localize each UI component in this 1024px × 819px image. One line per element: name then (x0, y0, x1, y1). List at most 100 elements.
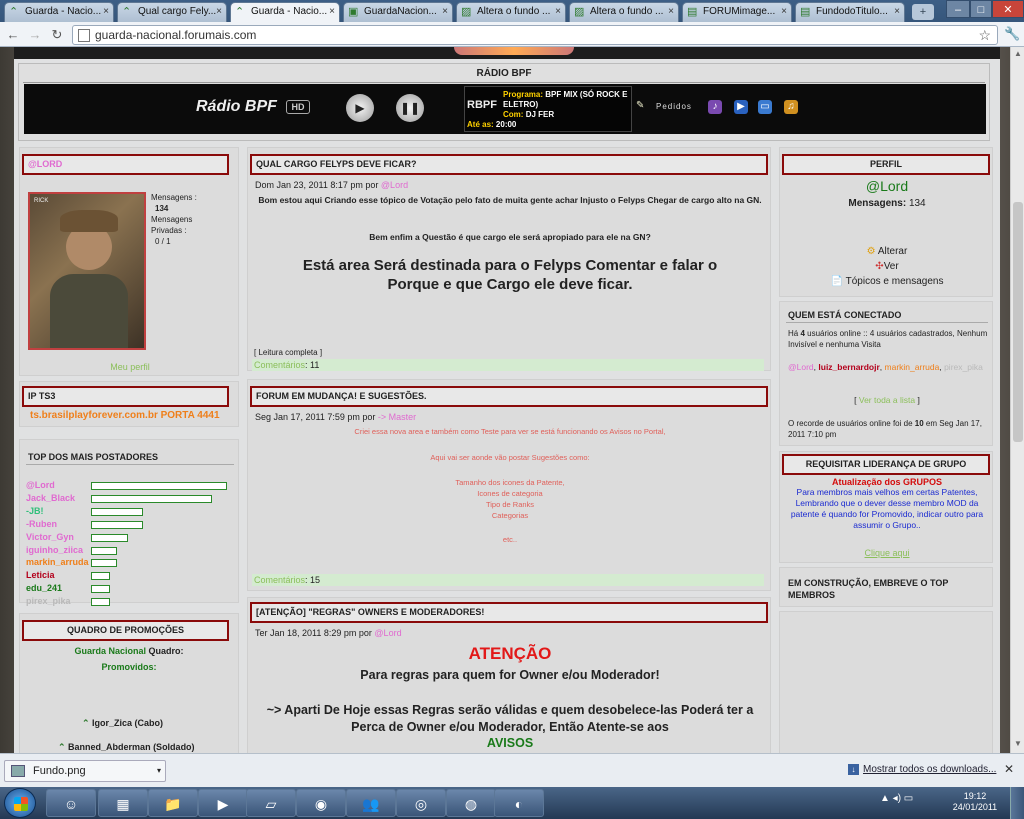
ts3-header: IP TS3 (22, 386, 229, 407)
topics-link[interactable]: 📄 Tópicos e mensagens (780, 276, 994, 287)
maximize-button[interactable]: □ (970, 0, 992, 18)
download-item[interactable]: Fundo.png ▾ (4, 760, 166, 782)
online-user[interactable]: pirex_pika (944, 362, 983, 372)
taskbar-browser-icon[interactable]: ◍ (446, 789, 496, 817)
post-2-author[interactable]: -> Master (378, 412, 416, 422)
scrollbar-thumb[interactable] (1013, 202, 1023, 442)
tab-close-icon[interactable]: × (555, 3, 561, 21)
attention-heading: ATENÇÃO (468, 644, 552, 663)
post-1-comments[interactable]: Comentários: 11 (252, 359, 764, 371)
tab-7[interactable]: ▤ FORUMimage... × (682, 2, 792, 22)
new-tab-button[interactable]: + (912, 4, 934, 20)
poster-name[interactable]: pirex_pika (26, 596, 71, 607)
chevron-down-icon[interactable]: ▾ (157, 761, 161, 781)
my-profile-link[interactable]: Meu perfil (20, 362, 240, 372)
taskbar-messenger-icon[interactable]: 👥 (346, 789, 396, 817)
tab-close-icon[interactable]: × (442, 3, 448, 21)
bookmark-star-icon[interactable]: ☆ (978, 27, 991, 44)
back-icon[interactable]: ← (4, 26, 22, 44)
tab-6[interactable]: ▨ Altera o fundo ... × (569, 2, 679, 22)
taskbar-audio-icon[interactable]: ◐ (494, 789, 544, 817)
taskbar-folder-icon[interactable]: 📁 (148, 789, 198, 817)
vertical-scrollbar[interactable]: ▲ ▼ (1010, 47, 1024, 753)
system-tray[interactable]: ▲ ◂) ▭ (880, 793, 913, 804)
tab-4[interactable]: ▣ GuardaNacion... × (343, 2, 453, 22)
mediaplayer-icon[interactable]: ▶ (734, 100, 748, 114)
poster-name[interactable]: -JB! (26, 506, 44, 517)
winamp-icon[interactable]: ♪ (708, 100, 722, 114)
post-1-author[interactable]: @Lord (381, 180, 408, 190)
online-user[interactable]: @Lord (788, 362, 814, 372)
view-link[interactable]: ✣Ver (780, 261, 994, 272)
tab-label: Guarda - Nacio... (25, 6, 102, 17)
tab-5[interactable]: ▨ Altera o fundo ... × (456, 2, 566, 22)
realplayer-icon[interactable]: ▭ (758, 100, 772, 114)
taskbar-grid-icon[interactable]: ▦ (98, 789, 148, 817)
show-desktop-button[interactable] (1010, 787, 1024, 819)
poster-name[interactable]: Leticia (26, 570, 55, 581)
clock[interactable]: 19:12 24/01/2011 (950, 791, 1000, 813)
taskbar-chrome-icon[interactable]: ◉ (296, 789, 346, 817)
poster-bar (91, 559, 117, 568)
download-icon: ↓ (848, 764, 859, 775)
close-window-button[interactable]: ✕ (992, 0, 1024, 18)
post-3-title[interactable]: [ATENÇÃO] "REGRAS" OWNERS E MODERADORES! (250, 602, 768, 623)
online-user[interactable]: luiz_bernardojr (818, 362, 879, 372)
tab-close-icon[interactable]: × (894, 3, 900, 21)
radio-screen: RBPF Programa: BPF MIX (SÓ ROCK E ELETRO… (464, 86, 632, 132)
taskbar-media-icon[interactable]: ▶ (198, 789, 248, 817)
promotion-name: Banned_Abderman (Soldado) (68, 742, 195, 752)
picture-icon: ▤ (687, 6, 698, 18)
close-icon[interactable]: ✕ (1004, 762, 1014, 776)
tab-close-icon[interactable]: × (103, 3, 109, 21)
poster-name[interactable]: Victor_Gyn (26, 532, 74, 543)
promotions-header: QUADRO DE PROMOÇÕES (22, 620, 229, 641)
poster-name[interactable]: markin_arruda (26, 557, 89, 568)
wrench-icon[interactable]: 🔧 (1004, 26, 1020, 42)
tab-close-icon[interactable]: × (216, 3, 222, 21)
poster-name[interactable]: iguinho_ziica (26, 545, 83, 556)
pause-button[interactable]: ❚❚ (396, 94, 424, 122)
poster-name[interactable]: -Ruben (26, 519, 57, 530)
poster-name[interactable]: edu_241 (26, 583, 62, 594)
address-bar[interactable]: ☆ (72, 25, 998, 45)
click-here-link[interactable]: Clique aqui (780, 548, 994, 558)
tab-close-icon[interactable]: × (668, 3, 674, 21)
tab-label: Altera o fundo ... (477, 6, 551, 17)
private-label: Mensagens Privadas : (151, 215, 193, 235)
forward-icon[interactable]: → (26, 26, 44, 44)
poster-name[interactable]: Jack_Black (26, 493, 75, 504)
tab-2[interactable]: ⌃ Qual cargo Fely... × (117, 2, 227, 22)
read-more-link[interactable]: [ Leitura completa ] (254, 348, 322, 357)
alter-label: Alterar (877, 246, 908, 257)
tab-close-icon[interactable]: × (781, 3, 787, 21)
profile-name[interactable]: @Lord (780, 178, 994, 194)
start-button[interactable] (4, 788, 36, 818)
tab-close-icon[interactable]: × (329, 3, 335, 21)
taskbar-notes-icon[interactable]: ▱ (246, 789, 296, 817)
poster-name[interactable]: @Lord (26, 480, 55, 491)
see-all-link[interactable]: [ Ver toda a lista ] (780, 395, 994, 405)
post-2-title[interactable]: FORUM EM MUDANÇA! E SUGESTÕES. (250, 386, 768, 407)
reload-icon[interactable]: ↻ (48, 26, 66, 44)
minimize-button[interactable]: – (946, 0, 970, 18)
post-2-comments[interactable]: Comentários: 15 (252, 574, 764, 586)
tab-label: FORUMimage... (703, 6, 776, 17)
show-all-downloads-link[interactable]: ↓ Mostrar todos os downloads... (848, 764, 996, 775)
taskbar-game-icon[interactable]: ☺ (46, 789, 96, 817)
avatar: RICK (28, 192, 146, 350)
tab-1[interactable]: ⌃ Guarda - Nacio... × (4, 2, 114, 22)
taskbar-app-icon[interactable]: ◎ (396, 789, 446, 817)
view-icon: ✣ (875, 261, 884, 272)
tab-8[interactable]: ▤ FundodoTitulo... × (795, 2, 905, 22)
tab-3[interactable]: ⌃ Guarda - Nacio... × (230, 2, 340, 22)
alter-link[interactable]: ⚙ Alterar (780, 246, 994, 257)
post-1-title[interactable]: QUAL CARGO FELYPS DEVE FICAR? (250, 154, 768, 175)
requests-link[interactable]: Pedidos (656, 102, 692, 111)
play-button[interactable]: ▶ (346, 94, 374, 122)
online-user[interactable]: markin_arruda (885, 362, 940, 372)
url-input[interactable] (95, 27, 955, 43)
post-1-body-1: Bom estou aqui Criando esse tópico de Vo… (258, 195, 762, 205)
post-3-author[interactable]: @Lord (374, 628, 401, 638)
itunes-icon[interactable]: ♫ (784, 100, 798, 114)
